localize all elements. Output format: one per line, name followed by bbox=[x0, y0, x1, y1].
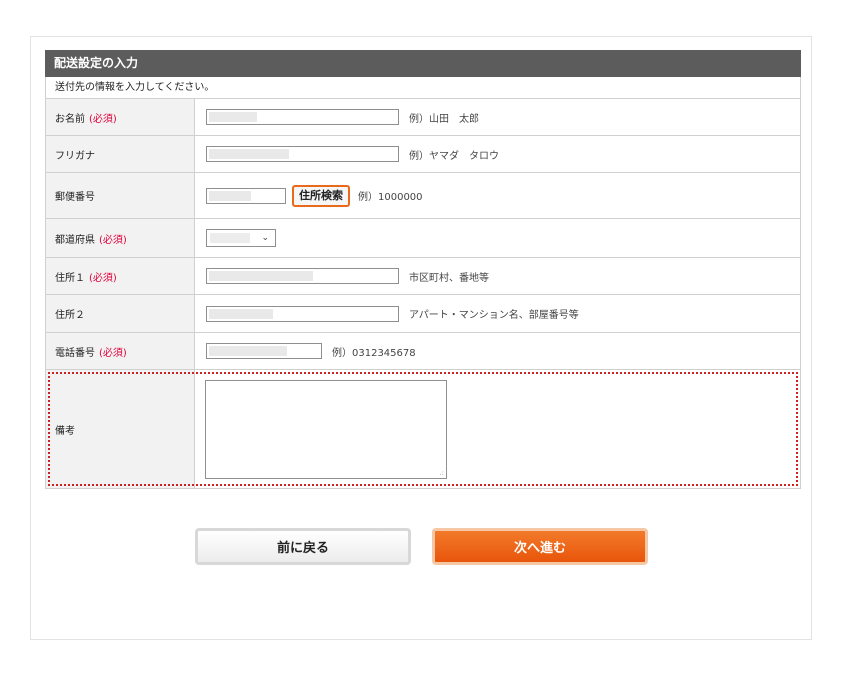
field-address2: アパート・マンション名、部屋番号等 bbox=[195, 295, 800, 332]
label-remarks: 備考 bbox=[46, 370, 195, 488]
row-furigana: フリガナ 例）ヤマダ タロウ bbox=[45, 136, 801, 173]
label-furigana: フリガナ bbox=[46, 136, 195, 172]
zip-hint: 例）1000000 bbox=[358, 192, 423, 203]
chevron-down-icon: ⌄ bbox=[261, 233, 269, 243]
required-badge: (必須) bbox=[99, 347, 127, 359]
row-address1: 住所１ (必須) 市区町村、番地等 bbox=[45, 258, 801, 295]
label-address2: 住所２ bbox=[46, 295, 195, 332]
label-furigana-text: フリガナ bbox=[55, 150, 95, 162]
label-phone: 電話番号 (必須) bbox=[46, 333, 195, 369]
remarks-textarea[interactable]: .: bbox=[205, 379, 447, 479]
field-furigana: 例）ヤマダ タロウ bbox=[195, 136, 800, 172]
back-button[interactable]: 前に戻る bbox=[195, 528, 411, 565]
field-remarks: .: bbox=[195, 370, 800, 488]
address-search-button[interactable]: 住所検索 bbox=[292, 184, 350, 207]
next-button[interactable]: 次へ進む bbox=[432, 528, 648, 565]
name-input[interactable] bbox=[206, 109, 399, 125]
label-name-text: お名前 bbox=[55, 113, 85, 125]
label-prefecture: 都道府県 (必須) bbox=[46, 219, 195, 257]
label-address2-text: 住所２ bbox=[55, 310, 85, 321]
required-badge: (必須) bbox=[89, 113, 117, 125]
furigana-hint: 例）ヤマダ タロウ bbox=[409, 150, 499, 162]
row-prefecture: 都道府県 (必須) ⌄ bbox=[45, 219, 801, 258]
address2-hint: アパート・マンション名、部屋番号等 bbox=[409, 310, 579, 321]
phone-input[interactable] bbox=[206, 343, 322, 359]
label-zip: 郵便番号 bbox=[46, 173, 195, 218]
label-phone-text: 電話番号 bbox=[55, 347, 95, 359]
prefecture-select[interactable]: ⌄ bbox=[206, 229, 276, 247]
shipping-form: 配送設定の入力 送付先の情報を入力してください。 お名前 (必須) 例）山田 太… bbox=[45, 50, 801, 489]
address1-hint: 市区町村、番地等 bbox=[409, 272, 489, 284]
form-intro: 送付先の情報を入力してください。 bbox=[45, 77, 801, 99]
form-card: 配送設定の入力 送付先の情報を入力してください。 お名前 (必須) 例）山田 太… bbox=[30, 36, 812, 640]
label-zip-text: 郵便番号 bbox=[55, 192, 95, 203]
row-remarks: 備考 .: bbox=[45, 370, 801, 489]
row-zip: 郵便番号 住所検索 例）1000000 bbox=[45, 173, 801, 219]
row-address2: 住所２ アパート・マンション名、部屋番号等 bbox=[45, 295, 801, 333]
field-name: 例）山田 太郎 bbox=[195, 99, 800, 135]
furigana-input[interactable] bbox=[206, 146, 399, 162]
label-address1-text: 住所１ bbox=[55, 272, 85, 284]
row-name: お名前 (必須) 例）山田 太郎 bbox=[45, 99, 801, 136]
phone-hint: 例）0312345678 bbox=[332, 347, 416, 359]
label-prefecture-text: 都道府県 bbox=[55, 234, 95, 246]
name-hint: 例）山田 太郎 bbox=[409, 113, 479, 125]
field-prefecture: ⌄ bbox=[195, 219, 800, 257]
resize-grip-icon[interactable]: .: bbox=[439, 469, 444, 477]
label-name: お名前 (必須) bbox=[46, 99, 195, 135]
address1-input[interactable] bbox=[206, 268, 399, 284]
label-address1: 住所１ (必須) bbox=[46, 258, 195, 294]
form-title: 配送設定の入力 bbox=[45, 50, 801, 77]
label-remarks-text: 備考 bbox=[55, 425, 75, 437]
address2-input[interactable] bbox=[206, 305, 399, 322]
field-zip: 住所検索 例）1000000 bbox=[195, 173, 800, 218]
required-badge: (必須) bbox=[89, 272, 117, 284]
required-badge: (必須) bbox=[99, 234, 127, 246]
field-address1: 市区町村、番地等 bbox=[195, 258, 800, 294]
row-phone: 電話番号 (必須) 例）0312345678 bbox=[45, 333, 801, 370]
field-phone: 例）0312345678 bbox=[195, 333, 800, 369]
zip-input[interactable] bbox=[206, 187, 286, 204]
